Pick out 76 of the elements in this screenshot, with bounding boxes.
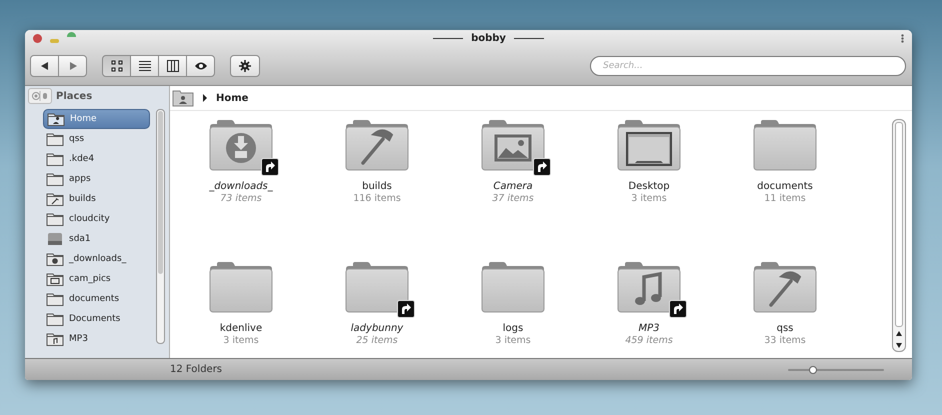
item-count: 73 items xyxy=(220,193,262,205)
zoom-slider[interactable] xyxy=(788,364,884,374)
folder-name: builds xyxy=(362,181,392,193)
folder-name: Desktop xyxy=(628,181,670,193)
places-heading: Places xyxy=(56,90,92,102)
scrollbar[interactable] xyxy=(156,109,165,344)
sidebar-item[interactable]: cam_pics xyxy=(43,269,150,289)
eye-icon xyxy=(194,61,208,71)
folder-name: documents xyxy=(757,181,813,193)
folder-icon xyxy=(46,172,64,186)
folder-name: Camera xyxy=(493,181,533,193)
settings-icon xyxy=(239,60,251,72)
item-count: 3 items xyxy=(631,193,667,205)
folder-name: MP3 xyxy=(638,323,660,335)
preview-view-button[interactable] xyxy=(186,55,215,77)
home-folder-icon xyxy=(172,89,194,107)
sidebar-item[interactable]: Documents xyxy=(43,309,150,329)
folder-icon[interactable] xyxy=(209,119,273,171)
side-toggle-button[interactable] xyxy=(28,88,52,104)
folder-icon xyxy=(47,112,65,126)
details-view-button[interactable] xyxy=(130,55,159,77)
sidebar-item[interactable]: apps xyxy=(43,169,150,189)
folder-name: ladybunny xyxy=(350,323,404,335)
sidebar-item[interactable]: documents xyxy=(43,289,150,309)
grid-icon xyxy=(110,60,122,72)
sidebar-item[interactable]: cloudcity xyxy=(43,209,150,229)
sidebar-item[interactable]: builds xyxy=(43,189,150,209)
chevron-icon xyxy=(202,94,208,102)
search-field[interactable]: Search... xyxy=(590,56,906,76)
close-button[interactable] xyxy=(33,34,42,43)
folder-name: _downloads_ xyxy=(209,181,273,193)
drive-icon xyxy=(46,232,64,246)
slider-handle[interactable] xyxy=(808,366,817,374)
columns-view-button[interactable] xyxy=(158,55,187,77)
item-count: 37 items xyxy=(492,193,534,205)
right-triangle-icon xyxy=(68,61,78,71)
status-text: 12 Folders xyxy=(170,364,222,375)
item-count: 3 items xyxy=(223,335,259,347)
folder-name: qss xyxy=(776,323,794,335)
folder-icon[interactable] xyxy=(617,119,681,171)
left-triangle-icon xyxy=(40,61,50,71)
folder-icon xyxy=(46,252,64,266)
forward-button[interactable] xyxy=(58,55,87,77)
sidebar-item[interactable]: sda1 xyxy=(43,229,150,249)
item-count: 11 items xyxy=(764,193,806,205)
columns-icon xyxy=(166,60,178,72)
breadcrumb-item[interactable]: Home xyxy=(216,92,248,104)
settings-button[interactable] xyxy=(230,55,260,77)
folder-icon[interactable] xyxy=(481,119,545,171)
folder-icon xyxy=(46,152,64,166)
list-icon xyxy=(138,60,150,72)
window-title: bobby xyxy=(471,33,506,44)
sidebar-item[interactable]: .kde4 xyxy=(43,149,150,169)
icons-view-button[interactable] xyxy=(102,55,131,77)
sidebar-item[interactable]: MP3 xyxy=(43,329,150,349)
folder-icon xyxy=(46,132,64,146)
folder-icon xyxy=(46,212,64,226)
back-button[interactable] xyxy=(30,55,59,77)
sidebar-item[interactable]: qss xyxy=(43,129,150,149)
sidebar-item[interactable]: _downloads_ xyxy=(43,249,150,269)
item-count: 33 items xyxy=(764,335,806,347)
item-count: 459 items xyxy=(625,335,673,347)
folder-icon xyxy=(46,332,64,346)
folder-icon xyxy=(46,272,64,286)
scrollbar[interactable] xyxy=(892,119,906,352)
folder-icon xyxy=(46,292,64,306)
menu-icon[interactable] xyxy=(901,34,904,43)
folder-icon xyxy=(46,192,64,206)
folder-name: kdenlive xyxy=(220,323,262,335)
folder-icon[interactable] xyxy=(617,261,681,313)
item-count: 116 items xyxy=(353,193,401,205)
folder-icon[interactable] xyxy=(345,261,409,313)
item-count: 25 items xyxy=(356,335,398,347)
folder-icon xyxy=(46,312,64,326)
item-count: 3 items xyxy=(495,335,531,347)
folder-name: logs xyxy=(502,323,524,335)
